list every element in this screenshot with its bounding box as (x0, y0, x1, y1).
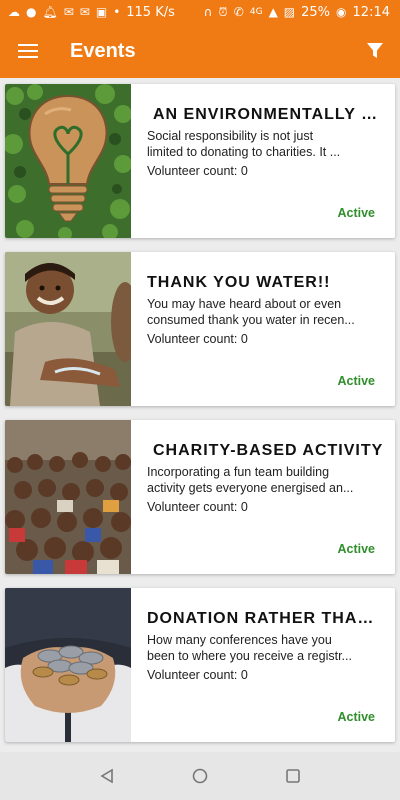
event-card[interactable]: DONATION RATHER THAN ... How many confer… (5, 588, 395, 742)
home-button[interactable] (180, 756, 220, 796)
event-card[interactable]: AN ENVIRONMENTALLY F... Social responsib… (5, 84, 395, 238)
home-icon (192, 768, 208, 784)
event-description-line: activity gets everyone energised an... (147, 481, 354, 495)
back-button[interactable] (87, 756, 127, 796)
system-nav-bar (0, 752, 400, 800)
signal-icon: ▲ (268, 5, 278, 19)
event-thumbnail (5, 420, 131, 574)
event-thumbnail (5, 84, 131, 238)
lightbulb-leaves-image (5, 84, 131, 238)
status-badge: Active (337, 206, 375, 220)
event-card[interactable]: THANK YOU WATER!! You may have heard abo… (5, 252, 395, 406)
event-description: Incorporating a fun team building activi… (147, 464, 381, 496)
event-thumbnail (5, 588, 131, 742)
filter-button[interactable] (350, 24, 400, 78)
event-card[interactable]: CHARITY-BASED ACTIVITY Incorporating a f… (5, 420, 395, 574)
event-title: CHARITY-BASED ACTIVITY (153, 442, 384, 459)
filter-icon (367, 43, 383, 58)
event-title: AN ENVIRONMENTALLY F... (153, 106, 385, 123)
app-bar: Events (0, 24, 400, 78)
volunteer-count: Volunteer count: 0 (147, 332, 248, 346)
menu-button[interactable] (0, 24, 56, 78)
clock: 12:14 (352, 4, 390, 20)
event-description-line: been to where you receive a registr... (147, 649, 352, 663)
event-description-line: Incorporating a fun team building (147, 465, 330, 479)
event-description: Social responsibility is not just limite… (147, 128, 381, 160)
event-description: How many conferences have you been to wh… (147, 632, 381, 664)
volunteer-count: Volunteer count: 0 (147, 668, 248, 682)
headphones-icon: ∩ (203, 5, 213, 19)
hamburger-menu-icon (18, 44, 38, 58)
alarm-icon: ⏰︎ (218, 5, 228, 19)
event-description-line: Social responsibility is not just (147, 129, 314, 143)
network-speed: 115 K/s (126, 4, 175, 20)
status-bar-right: ∩ ⏰︎ ✆ 4G ▲ ▨ 25% ◉ 12:14 (204, 5, 390, 20)
phone-icon: ✆ (233, 5, 244, 19)
gmail-icon: ✉ (63, 5, 74, 19)
photo-icon: ▣ (95, 5, 108, 19)
recents-icon (286, 769, 301, 783)
data-saver-icon: ◉ (336, 5, 347, 19)
status-badge: Active (337, 374, 375, 388)
back-icon (100, 768, 113, 784)
event-description-line: limited to donating to charities. It ... (147, 145, 341, 159)
status-badge: Active (337, 542, 375, 556)
gmail-icon: ✉ (79, 5, 90, 19)
ellipsis-icon: • (113, 5, 121, 19)
event-thumbnail (5, 252, 131, 406)
cloud-icon: ☁ (8, 5, 20, 19)
event-title: DONATION RATHER THAN ... (147, 610, 385, 627)
event-description-line: How many conferences have you (147, 633, 332, 647)
hands-coins-image (5, 588, 131, 742)
children-group-image (5, 420, 131, 574)
volunteer-count: Volunteer count: 0 (147, 500, 248, 514)
bell-icon: 🔔︎ (42, 5, 58, 19)
recents-button[interactable] (273, 756, 313, 796)
network-type: 4G (249, 7, 263, 17)
event-description-line: You may have heard about or even (147, 297, 342, 311)
status-bar-left: ☁ ● 🔔︎ ✉ ✉ ▣ • 115 K/s (8, 5, 175, 20)
battery-level: 25% (301, 4, 331, 20)
event-description-line: consumed thank you water in recen... (147, 313, 355, 327)
event-title: THANK YOU WATER!! (147, 274, 331, 291)
child-water-image (5, 252, 131, 406)
status-badge: Active (337, 710, 375, 724)
volunteer-count: Volunteer count: 0 (147, 164, 248, 178)
status-bar: ☁ ● 🔔︎ ✉ ✉ ▣ • 115 K/s ∩ ⏰︎ ✆ 4G ▲ ▨ 25%… (0, 0, 400, 24)
chat-icon: ● (26, 5, 37, 19)
event-description: You may have heard about or even consume… (147, 296, 381, 328)
battery-saver-icon: ▨ (283, 5, 296, 19)
page-title: Events (70, 39, 136, 62)
